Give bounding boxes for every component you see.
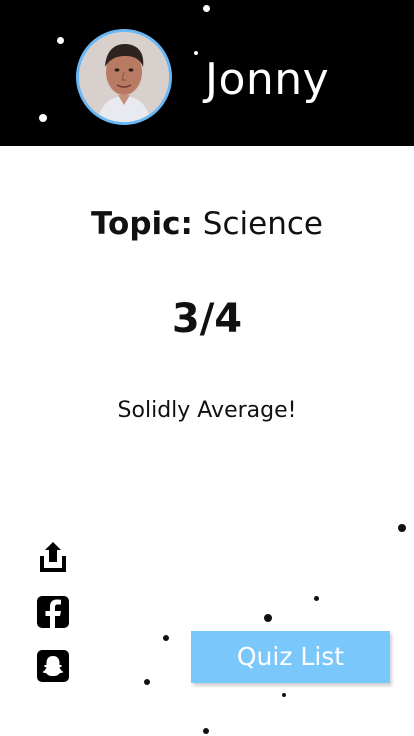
quiz-score: 3/4 xyxy=(171,296,243,342)
decorative-star xyxy=(57,37,64,44)
username: Jonny xyxy=(205,54,330,105)
share-icon xyxy=(40,542,66,572)
decorative-dot xyxy=(282,693,286,697)
decorative-dot xyxy=(163,635,169,641)
snapchat-icon xyxy=(37,650,69,682)
user-avatar[interactable] xyxy=(76,29,172,125)
decorative-dot xyxy=(314,596,319,601)
result-message: Solidly Average! xyxy=(117,398,297,423)
decorative-star xyxy=(194,51,198,55)
quiz-list-button[interactable]: Quiz List xyxy=(191,631,390,683)
decorative-dot xyxy=(144,679,150,685)
share-button[interactable] xyxy=(36,540,70,574)
decorative-dot xyxy=(203,728,209,734)
snapchat-share-button[interactable] xyxy=(36,649,70,683)
decorative-dot xyxy=(398,524,406,532)
facebook-share-button[interactable] xyxy=(36,595,70,629)
topic-value: Science xyxy=(202,206,323,242)
topic-label: Topic: xyxy=(91,206,193,242)
decorative-star xyxy=(203,5,210,12)
quiz-topic: Topic: Science xyxy=(0,203,414,245)
facebook-icon xyxy=(37,596,69,628)
decorative-star xyxy=(39,114,47,122)
quiz-result-screen: Jonny Topic: Science 3/4 Solidly Average… xyxy=(0,0,414,736)
decorative-dot xyxy=(264,614,272,622)
profile-header: Jonny xyxy=(0,0,414,146)
